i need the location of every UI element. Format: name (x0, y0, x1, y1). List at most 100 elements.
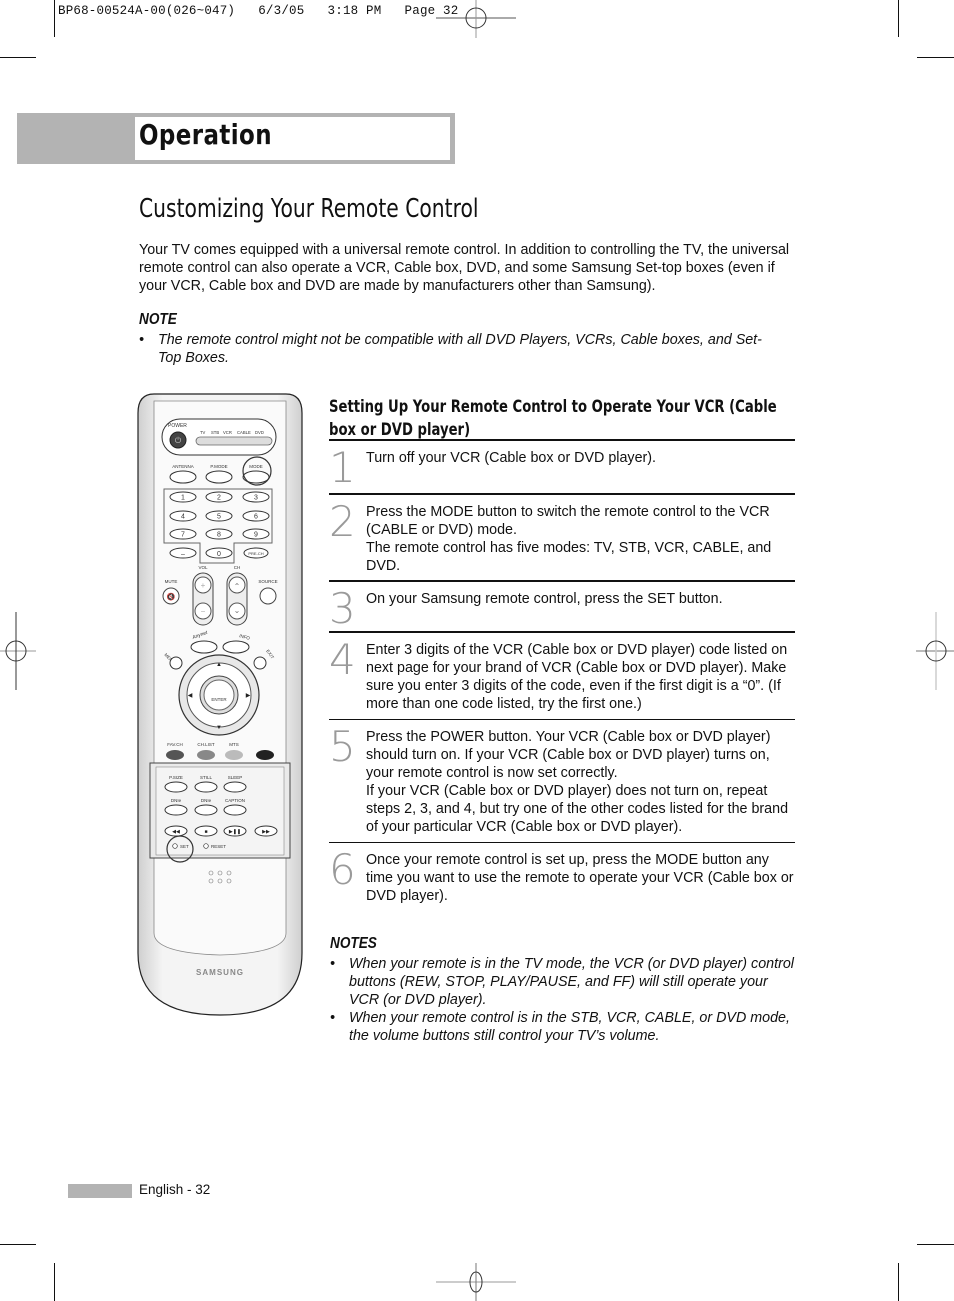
remote-label: DNIe (201, 798, 212, 803)
step-number: 3 (329, 584, 356, 633)
note-body: • The remote control might not be compati… (139, 331, 779, 367)
svg-text:▶❚❚: ▶❚❚ (229, 829, 241, 835)
notes-heading: NOTES (330, 935, 377, 952)
svg-text:▲: ▲ (216, 662, 222, 668)
intro-paragraph: Your TV comes equipped with a universal … (139, 242, 790, 294)
crop-mark (898, 1263, 899, 1301)
step-text: Turn off your VCR (Cable box or DVD play… (366, 450, 657, 466)
note-item-text: The remote control might not be compatib… (158, 332, 762, 366)
svg-text:⏻: ⏻ (175, 436, 182, 445)
remote-label: SOURCE (258, 579, 277, 584)
notes-item-text: When your remote is in the TV mode, the … (349, 956, 794, 1008)
remote-label: SET (180, 844, 189, 849)
section-banner-title: Operation (139, 118, 273, 151)
bullet-icon: • (330, 1010, 336, 1026)
svg-text:−: − (201, 607, 206, 616)
remote-label: ANTENNA (172, 464, 194, 469)
remote-label: 0 (217, 551, 221, 558)
registration-mark-right (916, 612, 954, 690)
digit-label: 3 (254, 495, 258, 502)
step-number: 1 (329, 443, 356, 492)
remote-label: CABLE (237, 430, 251, 435)
crop-mark (0, 57, 36, 58)
step-number: 2 (329, 497, 356, 546)
registration-mark-top (436, 0, 516, 38)
brand-logo: SAMSUNG (196, 968, 244, 977)
digit-label: 4 (181, 514, 185, 521)
setup-steps: 1 Turn off your VCR (Cable box or DVD pl… (329, 439, 795, 913)
registration-mark-left (0, 612, 36, 690)
step: 5 Press the POWER button. Your VCR (Cabl… (329, 719, 795, 842)
digit-label: 8 (217, 532, 221, 539)
svg-text:⌄: ⌄ (234, 606, 241, 615)
svg-text:▼: ▼ (216, 725, 222, 731)
remote-label: VCR (223, 430, 232, 435)
remote-label: VOL (198, 565, 208, 570)
step-text: Press the MODE button to switch the remo… (366, 504, 772, 574)
remote-label: POWER (168, 423, 187, 429)
digit-label: 5 (217, 514, 221, 521)
remote-label: CAPTION (225, 798, 245, 803)
step-number: 6 (329, 845, 356, 894)
digit-label: 7 (181, 532, 185, 539)
crop-mark (54, 0, 55, 37)
crop-mark (917, 1244, 954, 1245)
step-text: Press the POWER button. Your VCR (Cable … (366, 729, 789, 835)
remote-label: STB (211, 430, 219, 435)
note-item: • The remote control might not be compati… (139, 331, 779, 367)
remote-label: MODE (249, 464, 263, 469)
step-number: 5 (329, 722, 356, 771)
remote-control-illustration: POWER ⏻ TV STB VCR CABLE DVD ANTENNA P.M… (137, 393, 303, 1016)
crop-mark (54, 1263, 55, 1301)
remote-label: MTS (229, 742, 239, 747)
step: 1 Turn off your VCR (Cable box or DVD pl… (329, 439, 795, 493)
remote-label: DVD (255, 430, 264, 435)
page-title: Customizing Your Remote Control (139, 194, 479, 224)
step-number: 4 (329, 635, 356, 684)
remote-label: P.SIZE (169, 775, 183, 780)
step: 2 Press the MODE button to switch the re… (329, 493, 795, 580)
remote-label: RESET (211, 844, 226, 849)
step: 3 On your Samsung remote control, press … (329, 580, 795, 631)
crop-mark (0, 1244, 36, 1245)
bullet-icon: • (139, 332, 145, 348)
setup-heading: Setting Up Your Remote Control to Operat… (329, 397, 777, 439)
notes-item: • When your remote is in the TV mode, the… (330, 955, 800, 1009)
note-heading: NOTE (139, 311, 177, 328)
remote-label: CH.LIST (197, 742, 215, 747)
remote-label: DNIe (171, 798, 182, 803)
svg-text:+: + (201, 581, 206, 590)
step-text: Enter 3 digits of the VCR (Cable box or … (366, 642, 788, 712)
step-text: On your Samsung remote control, press th… (366, 591, 723, 607)
step: 6 Once your remote control is set up, pr… (329, 842, 795, 913)
digit-label: 1 (181, 495, 185, 502)
digit-label: 2 (217, 495, 221, 502)
page-number: English - 32 (139, 1182, 211, 1197)
svg-text:■: ■ (204, 829, 207, 835)
remote-label: – (181, 551, 185, 558)
remote-label: ENTER (211, 697, 227, 702)
remote-label: TV (200, 430, 206, 435)
remote-label: P.MODE (210, 464, 227, 469)
crop-mark (898, 0, 899, 37)
svg-text:⌃: ⌃ (234, 582, 241, 591)
footer-bar (68, 1184, 132, 1198)
svg-text:◀◀: ◀◀ (172, 829, 180, 835)
registration-mark-bottom (436, 1263, 516, 1301)
remote-label: PRE-CH (248, 551, 263, 556)
svg-text:◀: ◀ (188, 693, 193, 699)
step-text: Once your remote control is set up, pres… (366, 852, 794, 904)
notes-item: • When your remote control is in the STB,… (330, 1009, 800, 1045)
svg-text:▶: ▶ (246, 693, 251, 699)
remote-label: FAV.CH (167, 742, 183, 747)
remote-label: CH (234, 565, 241, 570)
bullet-icon: • (330, 956, 336, 972)
digit-label: 9 (254, 532, 258, 539)
remote-label: SLEEP (228, 775, 243, 780)
svg-text:▶▶: ▶▶ (262, 829, 270, 835)
digit-label: 6 (254, 514, 258, 521)
notes-body: • When your remote is in the TV mode, the… (330, 955, 800, 1045)
remote-label: STILL (200, 775, 213, 780)
remote-label: MUTE (165, 579, 178, 584)
crop-mark (917, 57, 954, 58)
